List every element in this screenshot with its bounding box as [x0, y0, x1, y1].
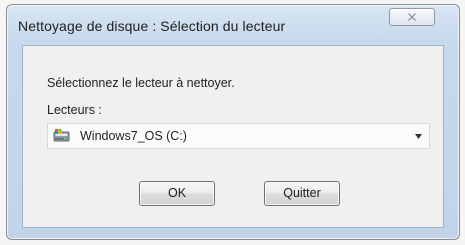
drive-icon	[53, 129, 70, 142]
close-icon	[408, 13, 416, 21]
window-title: Nettoyage de disque : Sélection du lecte…	[18, 18, 286, 34]
drive-select[interactable]: Windows7_OS (C:)	[47, 123, 430, 149]
instruction-text: Sélectionnez le lecteur à nettoyer.	[47, 76, 235, 90]
title-bar[interactable]: Nettoyage de disque : Sélection du lecte…	[7, 5, 459, 45]
chevron-down-icon[interactable]	[415, 134, 422, 139]
quit-button[interactable]: Quitter	[264, 181, 340, 206]
disk-cleanup-dialog: Nettoyage de disque : Sélection du lecte…	[6, 4, 460, 240]
close-button[interactable]	[389, 8, 435, 26]
ok-button[interactable]: OK	[139, 181, 215, 206]
dialog-content: Sélectionnez le lecteur à nettoyer. Lect…	[22, 45, 444, 228]
selected-drive: Windows7_OS (C:)	[80, 129, 187, 143]
drives-label: Lecteurs :	[47, 103, 102, 117]
